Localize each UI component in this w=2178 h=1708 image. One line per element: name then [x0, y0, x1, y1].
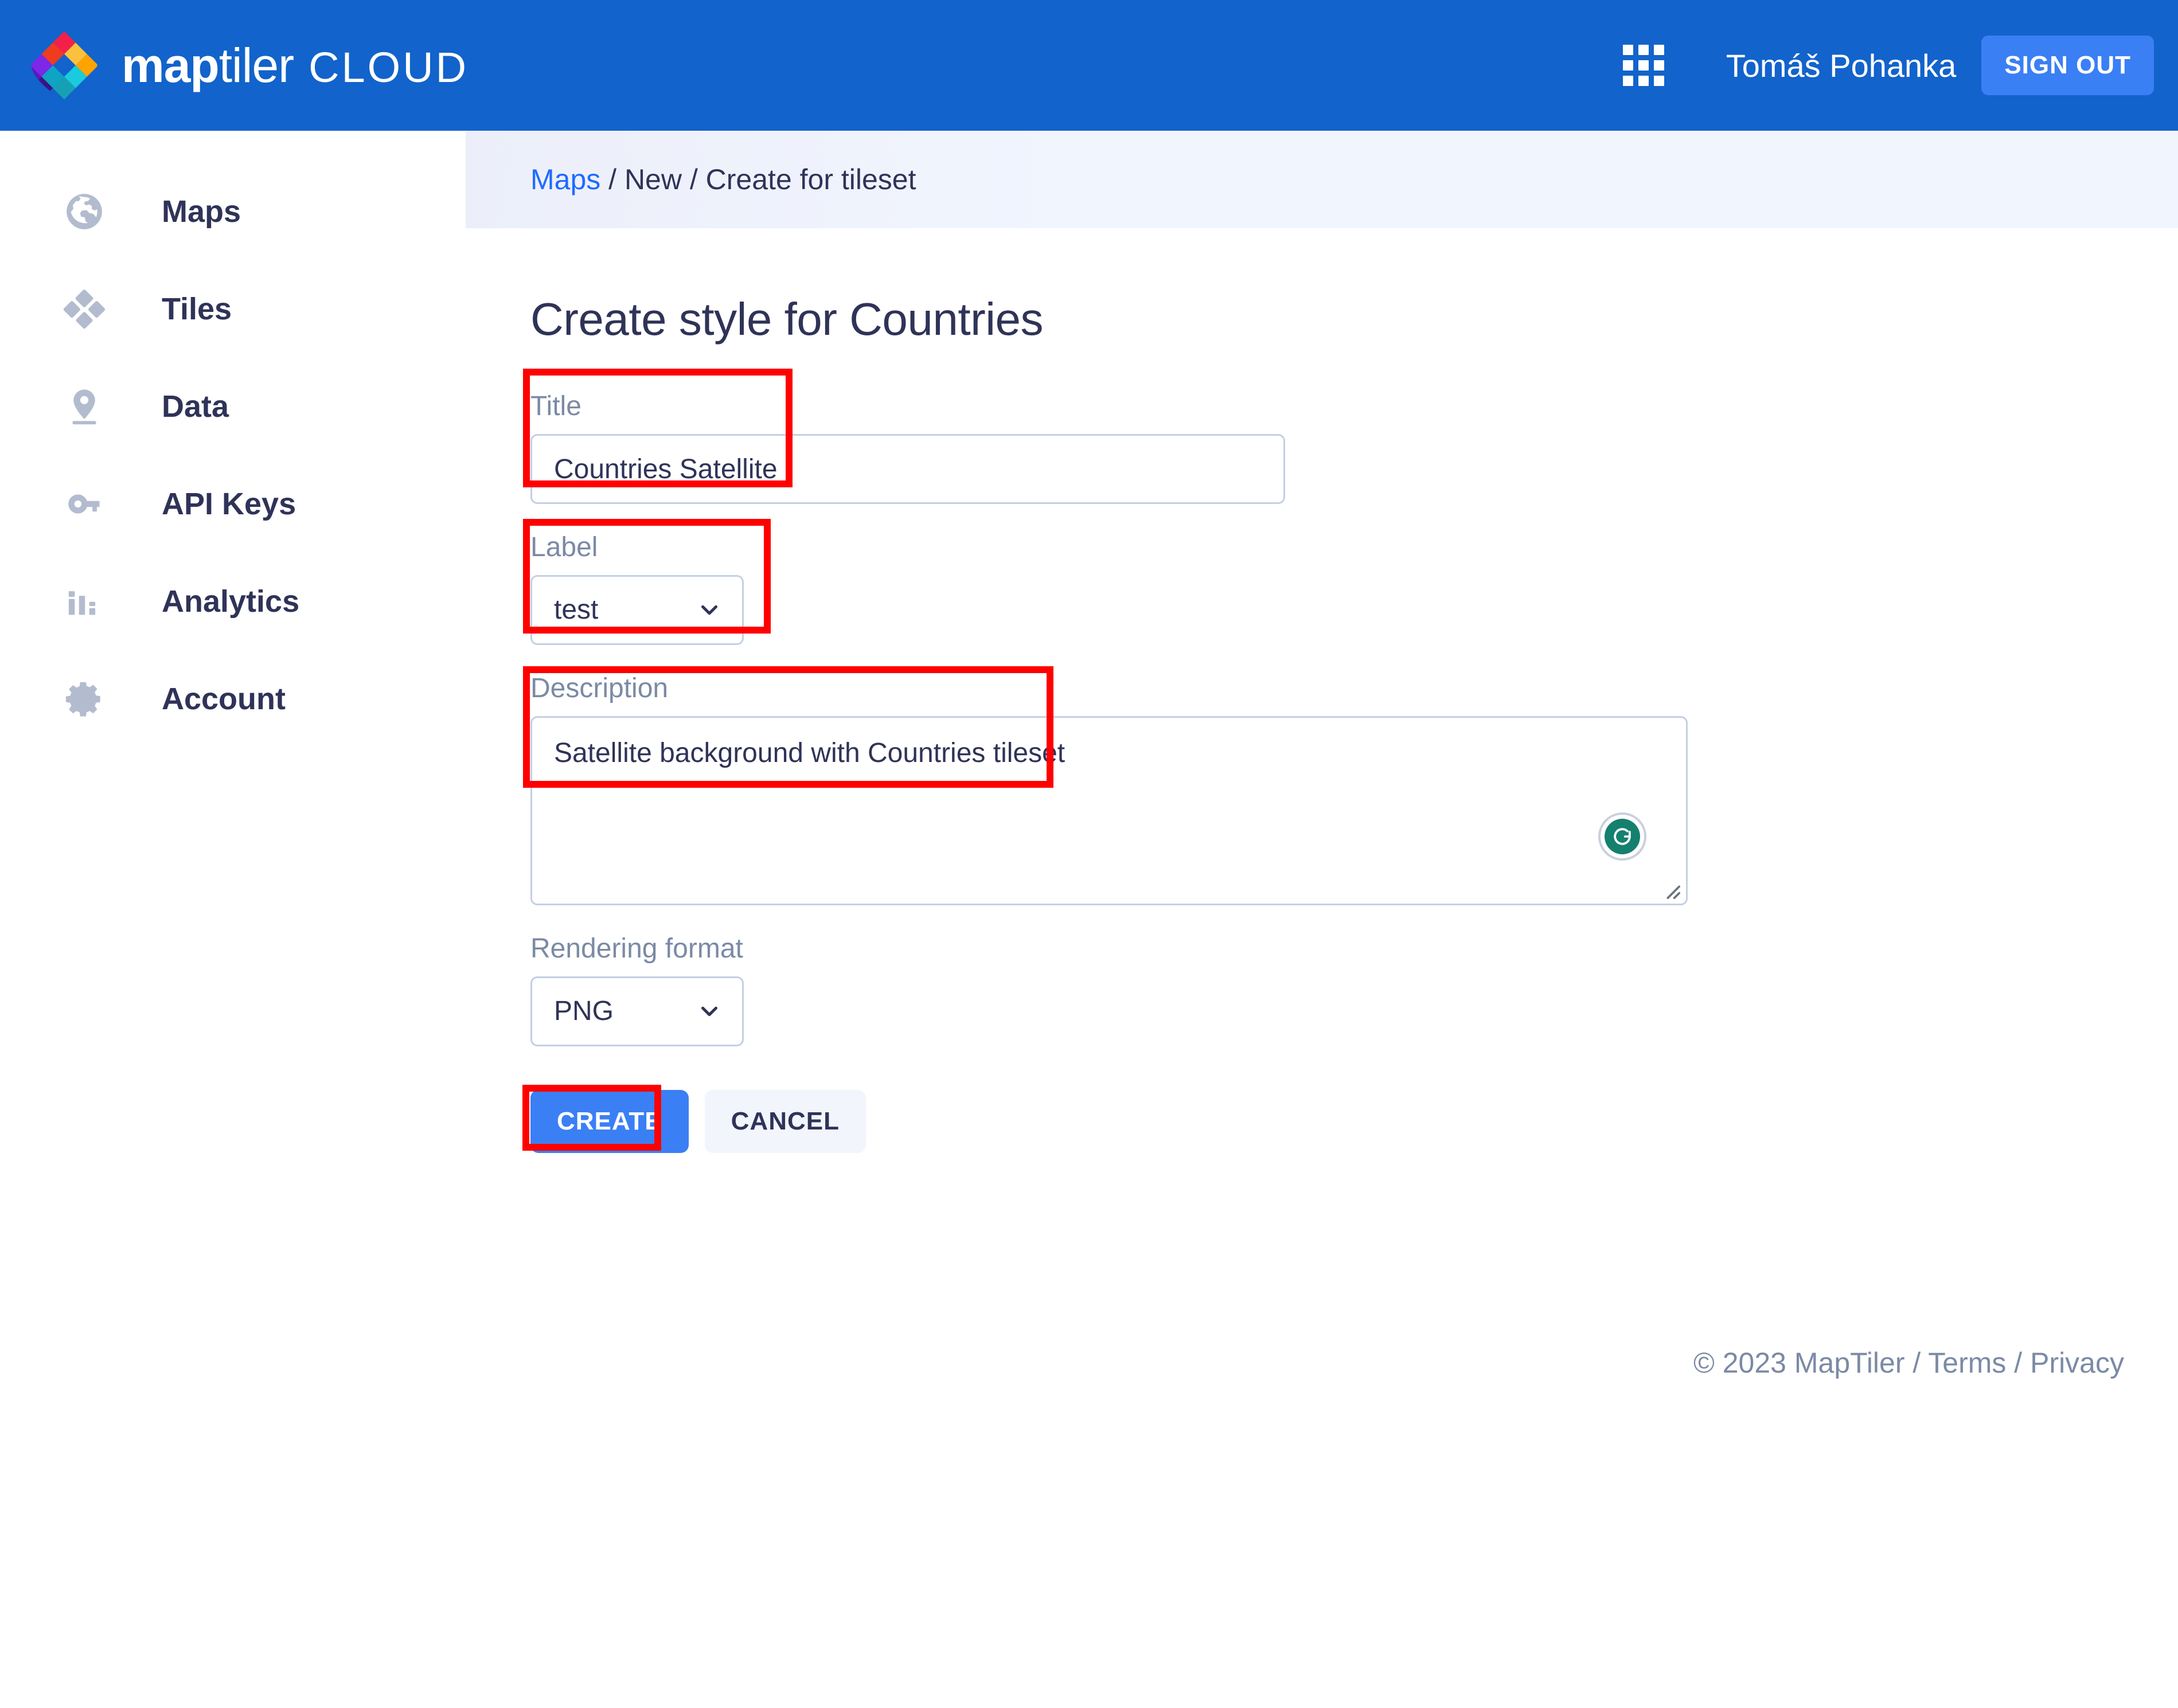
tiles-diamond-icon	[62, 287, 107, 331]
label-field-group: Label test	[530, 534, 2178, 645]
footer-copyright: © 2023 MapTiler	[1693, 1347, 1905, 1379]
brand-tiler: tiler	[218, 38, 294, 92]
sidebar-nav: Maps Tiles Data API Keys Analytics Accou…	[0, 131, 466, 1708]
grammarly-icon[interactable]	[1598, 812, 1646, 861]
title-input[interactable]	[530, 434, 1285, 504]
rendering-format-field-group: Rendering format PNG	[530, 935, 2178, 1046]
breadcrumb: Maps / New / Create for tileset	[530, 163, 916, 196]
resize-handle-icon[interactable]	[1661, 880, 1681, 900]
app-header: map tiler CLOUD Tomáš Pohanka SIGN OUT	[0, 0, 2178, 131]
footer-separator: /	[1904, 1347, 1929, 1379]
page-title: Create style for Countries	[530, 294, 1044, 345]
description-textarea[interactable]	[530, 716, 1688, 905]
description-textarea-wrap	[530, 716, 1688, 905]
brand-map: map	[122, 38, 220, 92]
breadcrumb-bar: Maps / New / Create for tileset	[466, 131, 2178, 228]
label-select-value: test	[554, 595, 599, 625]
map-pin-icon	[62, 384, 107, 429]
sidebar-item-maps[interactable]: Maps	[0, 163, 466, 260]
sidebar-item-analytics[interactable]: Analytics	[0, 553, 466, 650]
footer-link-terms[interactable]: Terms	[1928, 1347, 2006, 1379]
sidebar-item-label: Data	[162, 389, 229, 424]
create-button[interactable]: CREATE	[530, 1090, 689, 1153]
bar-chart-icon	[62, 579, 107, 624]
breadcrumb-link-maps[interactable]: Maps	[530, 163, 600, 196]
chevron-down-icon	[696, 998, 723, 1025]
maptiler-logo[interactable]: map tiler CLOUD	[28, 28, 469, 103]
maptiler-logo-icon	[28, 28, 101, 103]
apps-grid-icon[interactable]	[1622, 45, 1664, 86]
maptiler-wordmark: map tiler CLOUD	[122, 41, 469, 89]
footer: © 2023 MapTiler / Terms / Privacy	[1693, 1346, 2124, 1379]
breadcrumb-separator: /	[681, 163, 706, 196]
user-name[interactable]: Tomáš Pohanka	[1726, 47, 1957, 84]
sidebar-item-label: Tiles	[162, 292, 232, 326]
gear-icon	[62, 677, 107, 721]
key-icon	[62, 482, 107, 526]
label-select[interactable]: test	[530, 575, 744, 645]
cancel-button[interactable]: CANCEL	[704, 1090, 866, 1153]
main-content: Maps / New / Create for tileset Create s…	[466, 131, 2178, 1708]
rendering-format-value: PNG	[554, 996, 614, 1026]
sidebar-item-data[interactable]: Data	[0, 358, 466, 455]
sidebar-item-label: Analytics	[162, 584, 300, 619]
sidebar-item-label: API Keys	[162, 487, 296, 521]
breadcrumb-item-new: New	[624, 163, 682, 196]
globe-icon	[62, 189, 107, 234]
rendering-format-select[interactable]: PNG	[530, 976, 744, 1046]
breadcrumb-item-current: Create for tileset	[705, 163, 916, 196]
breadcrumb-separator: /	[600, 163, 624, 196]
chevron-down-icon	[696, 597, 723, 623]
title-field-group: Title	[530, 393, 2178, 504]
create-style-form: Title Label test Descrip	[530, 393, 2178, 1153]
page-body: Create style for Countries Title Label t…	[466, 293, 2178, 1153]
description-field-group: Description	[530, 675, 2178, 905]
sign-out-button[interactable]: SIGN OUT	[1981, 36, 2154, 95]
description-field-label: Description	[530, 673, 669, 703]
sidebar-item-api-keys[interactable]: API Keys	[0, 455, 466, 553]
sidebar-item-tiles[interactable]: Tiles	[0, 260, 466, 358]
label-field-label: Label	[530, 532, 598, 562]
form-actions: CREATE CANCEL	[530, 1090, 2178, 1153]
sidebar-item-label: Account	[162, 682, 286, 716]
sidebar-item-label: Maps	[162, 194, 241, 229]
sidebar-item-account[interactable]: Account	[0, 650, 466, 748]
footer-separator: /	[2006, 1347, 2031, 1379]
header-actions: Tomáš Pohanka SIGN OUT	[1622, 36, 2154, 95]
brand-cloud: CLOUD	[309, 44, 469, 91]
title-field-label: Title	[530, 391, 581, 421]
rendering-format-label: Rendering format	[530, 933, 743, 964]
footer-link-privacy[interactable]: Privacy	[2030, 1347, 2124, 1379]
